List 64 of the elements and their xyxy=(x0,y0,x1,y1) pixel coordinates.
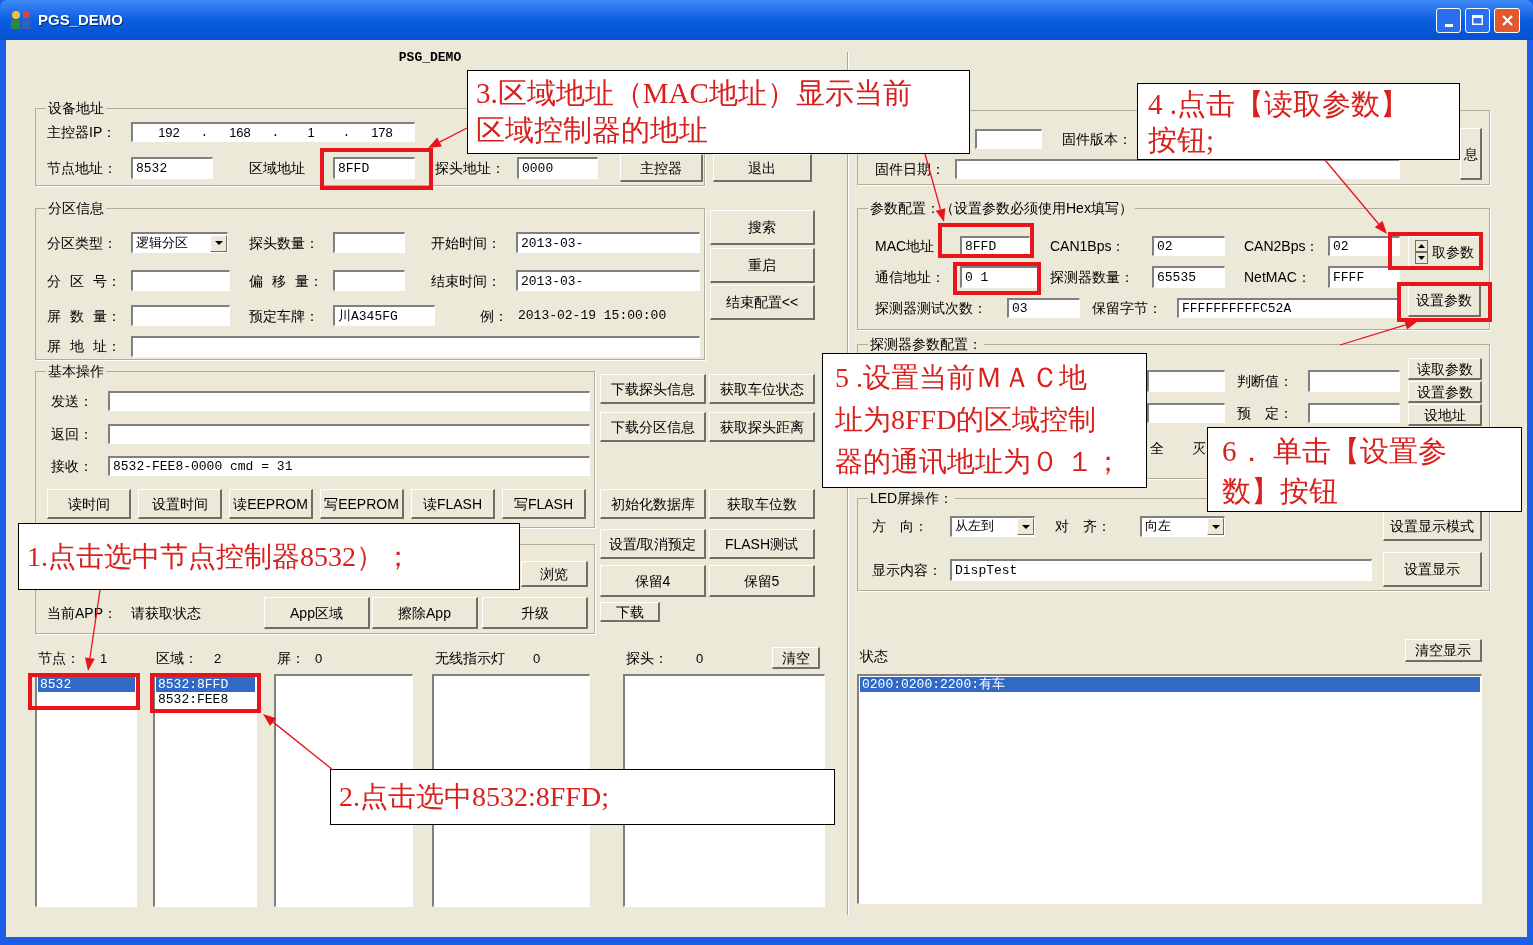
field-label: 接收： xyxy=(51,459,94,473)
list-count: 0 xyxy=(696,651,704,665)
field-label: 探头数量： xyxy=(249,235,320,250)
field-label: 探头地址： xyxy=(435,161,506,175)
list-count: 2 xyxy=(214,651,222,665)
field-label: 屏 数 量： xyxy=(47,308,122,323)
field-label: 预定车牌： xyxy=(249,308,320,323)
example-text: 2013-02-19 15:00:00 xyxy=(518,306,667,325)
ip-separator: . xyxy=(199,126,210,139)
field-label: 开始时间： xyxy=(431,235,502,250)
option-text: 灭 xyxy=(1192,441,1206,455)
field-label: 保留字节： xyxy=(1092,301,1163,315)
field-label: 对 齐： xyxy=(1055,519,1112,533)
list-label: 屏： xyxy=(277,651,305,665)
ip-separator: . xyxy=(270,126,281,139)
field-label: 预 定： xyxy=(1237,406,1294,420)
field-label: 探测器数量： xyxy=(1050,270,1135,284)
list-label: 节点： xyxy=(38,651,80,665)
status-text: 请获取状态 xyxy=(131,606,201,620)
group-title: 探测器参数配置： xyxy=(869,336,983,352)
ip-separator: . xyxy=(341,126,352,139)
field-label: 偏 移 量： xyxy=(249,273,324,288)
field-label: 发送： xyxy=(51,394,94,408)
group-title: 分区信息 xyxy=(47,200,105,216)
field-label: 显示内容： xyxy=(872,562,943,577)
field-label: 屏 地 址： xyxy=(47,339,122,353)
app-heading: PSG_DEMO xyxy=(398,50,462,66)
field-label: 固件版本： xyxy=(1062,132,1132,146)
field-label: 返回： xyxy=(51,427,94,441)
instruction-tooltip: 4 .点击【读取参数】 按钮; xyxy=(1137,83,1460,160)
group-title: LED屏操作： xyxy=(869,490,955,506)
field-label: 主控器IP： xyxy=(47,125,118,139)
window-title: PGS_DEMO xyxy=(38,9,124,30)
list-count: 1 xyxy=(100,651,108,665)
option-text: 全 xyxy=(1150,441,1164,455)
instruction-tooltip: 2.点击选中8532:8FFD; xyxy=(330,769,835,825)
field-label: 探测器测试次数： xyxy=(875,301,988,315)
group-title: 设备地址 xyxy=(47,100,105,116)
list-label: 探头： xyxy=(626,651,668,665)
field-label: 方 向： xyxy=(872,519,929,533)
field-label: MAC地址 xyxy=(875,239,936,253)
field-label: 通信地址： xyxy=(875,270,946,284)
field-label: CAN2Bps： xyxy=(1244,239,1321,253)
list-count: 0 xyxy=(315,651,323,665)
field-label: CAN1Bps： xyxy=(1050,239,1127,253)
field-label: 区域地址 xyxy=(249,161,306,175)
group-title: 基本操作 xyxy=(47,363,105,379)
field-label: 结束时间： xyxy=(431,273,502,288)
instruction-tooltip: 3.区域地址（MAC地址）显示当前 区域控制器的地址 xyxy=(467,70,970,154)
field-label: 分区类型： xyxy=(47,235,118,250)
status-label: 状态 xyxy=(860,649,888,663)
list-label: 无线指示灯 xyxy=(435,651,505,665)
field-label: 固件日期： xyxy=(875,162,946,176)
field-label: 分 区 号： xyxy=(47,273,122,288)
field-label: 节点地址： xyxy=(47,161,118,175)
instruction-tooltip: 1.点击选中节点控制器8532）； xyxy=(18,523,520,590)
field-label: NetMAC： xyxy=(1244,270,1312,284)
field-label: 例： xyxy=(480,308,509,323)
instruction-tooltip: 6． 单击【设置参 数】按钮 xyxy=(1207,427,1522,512)
group-title: 参数配置：（设置参数必须使用Hex填写） xyxy=(869,200,1134,216)
instruction-tooltip: 5 .设置当前ＭＡＣ地 址为8FFD的区域控制 器的通讯地址为０ １； xyxy=(822,353,1147,488)
list-count: 0 xyxy=(533,651,541,665)
list-label: 区域： xyxy=(156,651,198,665)
field-label: 判断值： xyxy=(1237,374,1294,388)
